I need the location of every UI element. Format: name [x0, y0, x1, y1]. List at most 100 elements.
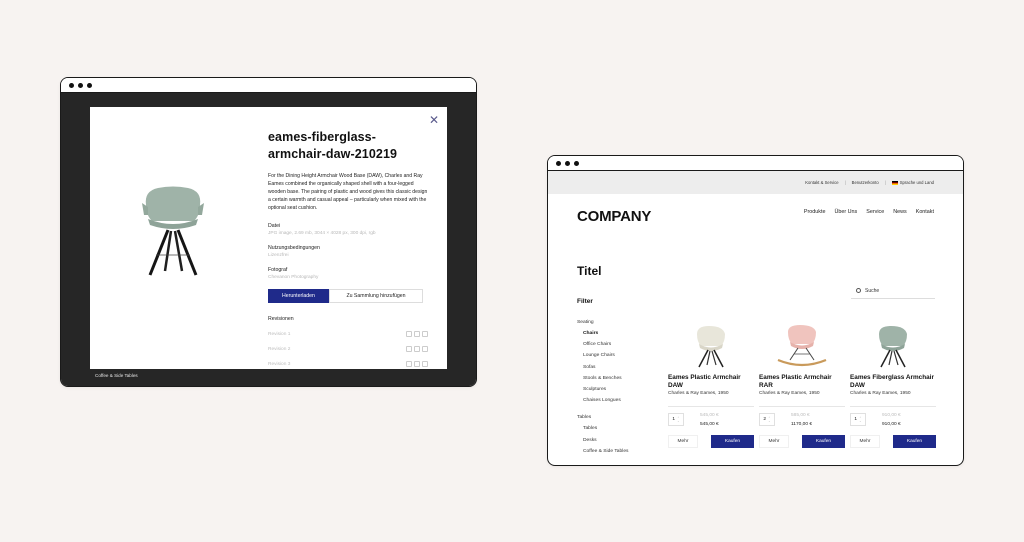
buy-button[interactable]: Kaufen	[711, 435, 754, 449]
close-icon[interactable]: ✕	[429, 114, 439, 126]
nav-item-about[interactable]: Über Uns	[834, 209, 857, 215]
filter-item-sofas[interactable]: Sofas	[577, 365, 647, 370]
window-control-dot[interactable]	[574, 160, 579, 166]
revision-label: Revision 1	[268, 331, 291, 337]
filter-item-coffee-side-tables[interactable]: Coffee & Side Tables	[577, 449, 647, 454]
revision-label: Revision 3	[268, 361, 291, 367]
view-icon[interactable]	[406, 331, 412, 337]
window-control-dot[interactable]	[69, 82, 74, 88]
download-icon[interactable]	[414, 346, 420, 352]
window-control-dot[interactable]	[565, 160, 570, 166]
modal-backdrop[interactable]: ✕ eames-fiberglass-armchair-daw-210219 F…	[61, 93, 476, 386]
stepper-arrows-icon: ⌃ ⌄	[677, 415, 680, 423]
window-control-dot[interactable]	[78, 82, 83, 88]
asset-title: eames-fiberglass-armchair-daw-210219	[268, 130, 398, 161]
view-icon[interactable]	[406, 346, 412, 352]
asset-modal: ✕ eames-fiberglass-armchair-daw-210219 F…	[90, 107, 447, 369]
meta-label-file: Datei	[268, 223, 281, 229]
product-designer: Charles & Ray Eames, 1950	[759, 391, 820, 397]
quantity-stepper[interactable]: 1 ⌃ ⌄	[850, 413, 866, 427]
shop-window: Kontakt & Service | Benutzerkonto | Spra…	[547, 155, 964, 466]
delete-icon[interactable]	[422, 361, 428, 367]
revision-row[interactable]: Revision 1	[268, 331, 428, 337]
unit-price: 910,00 €	[882, 413, 901, 419]
filter-category-seating[interactable]: Seating	[577, 320, 647, 325]
main-nav: Produkte Über Uns Service News Kontakt	[804, 209, 934, 215]
divider	[668, 406, 754, 408]
delete-icon[interactable]	[422, 331, 428, 337]
divider: |	[844, 180, 846, 185]
utility-bar: Kontakt & Service | Benutzerkonto | Spra…	[548, 171, 963, 194]
add-to-collection-button[interactable]: Zu Sammlung hinzufügen	[329, 289, 423, 303]
download-button[interactable]: Herunterladen	[268, 289, 329, 303]
view-icon[interactable]	[406, 361, 412, 367]
filter-heading: Filter	[577, 298, 593, 305]
product-name[interactable]: Eames Fiberglass Armchair DAW	[850, 374, 936, 389]
language-selector[interactable]: Sprache und Land	[891, 180, 934, 185]
filter-item-tables[interactable]: Tables	[577, 426, 647, 431]
product-image[interactable]	[759, 324, 845, 369]
site-header: COMPANY Produkte Über Uns Service News K…	[548, 194, 963, 232]
nav-item-products[interactable]: Produkte	[804, 209, 826, 215]
window-titlebar	[548, 156, 963, 171]
contact-service-link[interactable]: Kontakt & Service	[805, 180, 838, 185]
revision-row[interactable]: Revision 3	[268, 361, 428, 367]
total-price: 1170,00 €	[791, 422, 812, 428]
buy-button[interactable]: Kaufen	[802, 435, 845, 449]
stepper-arrows-icon: ⌃ ⌄	[768, 415, 771, 423]
filter-category-tables[interactable]: Tables	[577, 415, 647, 420]
product-card: Eames Plastic Armchair RAR Charles & Ray…	[759, 324, 845, 449]
chair-image	[138, 185, 208, 280]
divider: |	[884, 180, 886, 185]
product-name[interactable]: Eames Plastic Armchair RAR	[759, 374, 845, 389]
quantity-stepper[interactable]: 1 ⌃ ⌄	[668, 413, 684, 427]
stepper-arrows-icon: ⌃ ⌄	[859, 415, 862, 423]
filter-item-stools-benches[interactable]: Stools & Benches	[577, 376, 647, 381]
nav-item-contact[interactable]: Kontakt	[916, 209, 934, 215]
product-image[interactable]	[668, 324, 754, 369]
download-icon[interactable]	[414, 361, 420, 367]
window-titlebar	[61, 78, 476, 93]
filter-item-chairs[interactable]: Chairs	[577, 331, 647, 336]
total-price: 545,00 €	[700, 422, 719, 428]
revision-actions	[406, 346, 428, 352]
product-card: Eames Plastic Armchair DAW Charles & Ray…	[668, 324, 754, 449]
account-link[interactable]: Benutzerkonto	[852, 180, 879, 185]
meta-value-photographer: Chevanon Photography	[268, 275, 319, 280]
filter-list: Seating Chairs Office Chairs Lounge Chai…	[577, 320, 647, 460]
window-control-dot[interactable]	[556, 160, 561, 166]
unit-price: 585,00 €	[791, 413, 810, 419]
revision-actions	[406, 361, 428, 367]
delete-icon[interactable]	[422, 346, 428, 352]
divider	[759, 406, 845, 408]
nav-item-news[interactable]: News	[893, 209, 906, 215]
asset-description: For the Dining Height Armchair Wood Base…	[268, 173, 428, 211]
asset-info: eames-fiberglass-armchair-daw-210219 For…	[268, 129, 428, 367]
more-button[interactable]: Mehr	[850, 435, 880, 449]
meta-label-terms: Nutzungsbedingungen	[268, 245, 320, 251]
revision-row[interactable]: Revision 2	[268, 346, 428, 352]
search-input[interactable]: Suche	[851, 283, 935, 299]
filter-item-chaises-longues[interactable]: Chaises Longues	[577, 398, 647, 403]
flag-de-icon	[891, 180, 898, 185]
product-card: Eames Fiberglass Armchair DAW Charles & …	[850, 324, 936, 449]
filter-item-sculptures[interactable]: Sculptures	[577, 387, 647, 392]
download-icon[interactable]	[414, 331, 420, 337]
buy-button[interactable]: Kaufen	[893, 435, 936, 449]
revision-actions	[406, 331, 428, 337]
total-price: 910,00 €	[882, 422, 901, 428]
product-name[interactable]: Eames Plastic Armchair DAW	[668, 374, 754, 389]
unit-price: 545,00 €	[700, 413, 719, 419]
company-logo[interactable]: COMPANY	[577, 208, 651, 225]
meta-label-photographer: Fotograf	[268, 267, 288, 273]
window-control-dot[interactable]	[87, 82, 92, 88]
filter-item-lounge-chairs[interactable]: Lounge Chairs	[577, 353, 647, 358]
filter-item-office-chairs[interactable]: Office Chairs	[577, 342, 647, 347]
nav-item-service[interactable]: Service	[866, 209, 884, 215]
more-button[interactable]: Mehr	[759, 435, 789, 449]
action-buttons: Herunterladen Zu Sammlung hinzufügen	[268, 289, 423, 303]
filter-item-desks[interactable]: Desks	[577, 438, 647, 443]
quantity-stepper[interactable]: 2 ⌃ ⌄	[759, 413, 775, 427]
more-button[interactable]: Mehr	[668, 435, 698, 449]
product-image[interactable]	[850, 324, 936, 369]
